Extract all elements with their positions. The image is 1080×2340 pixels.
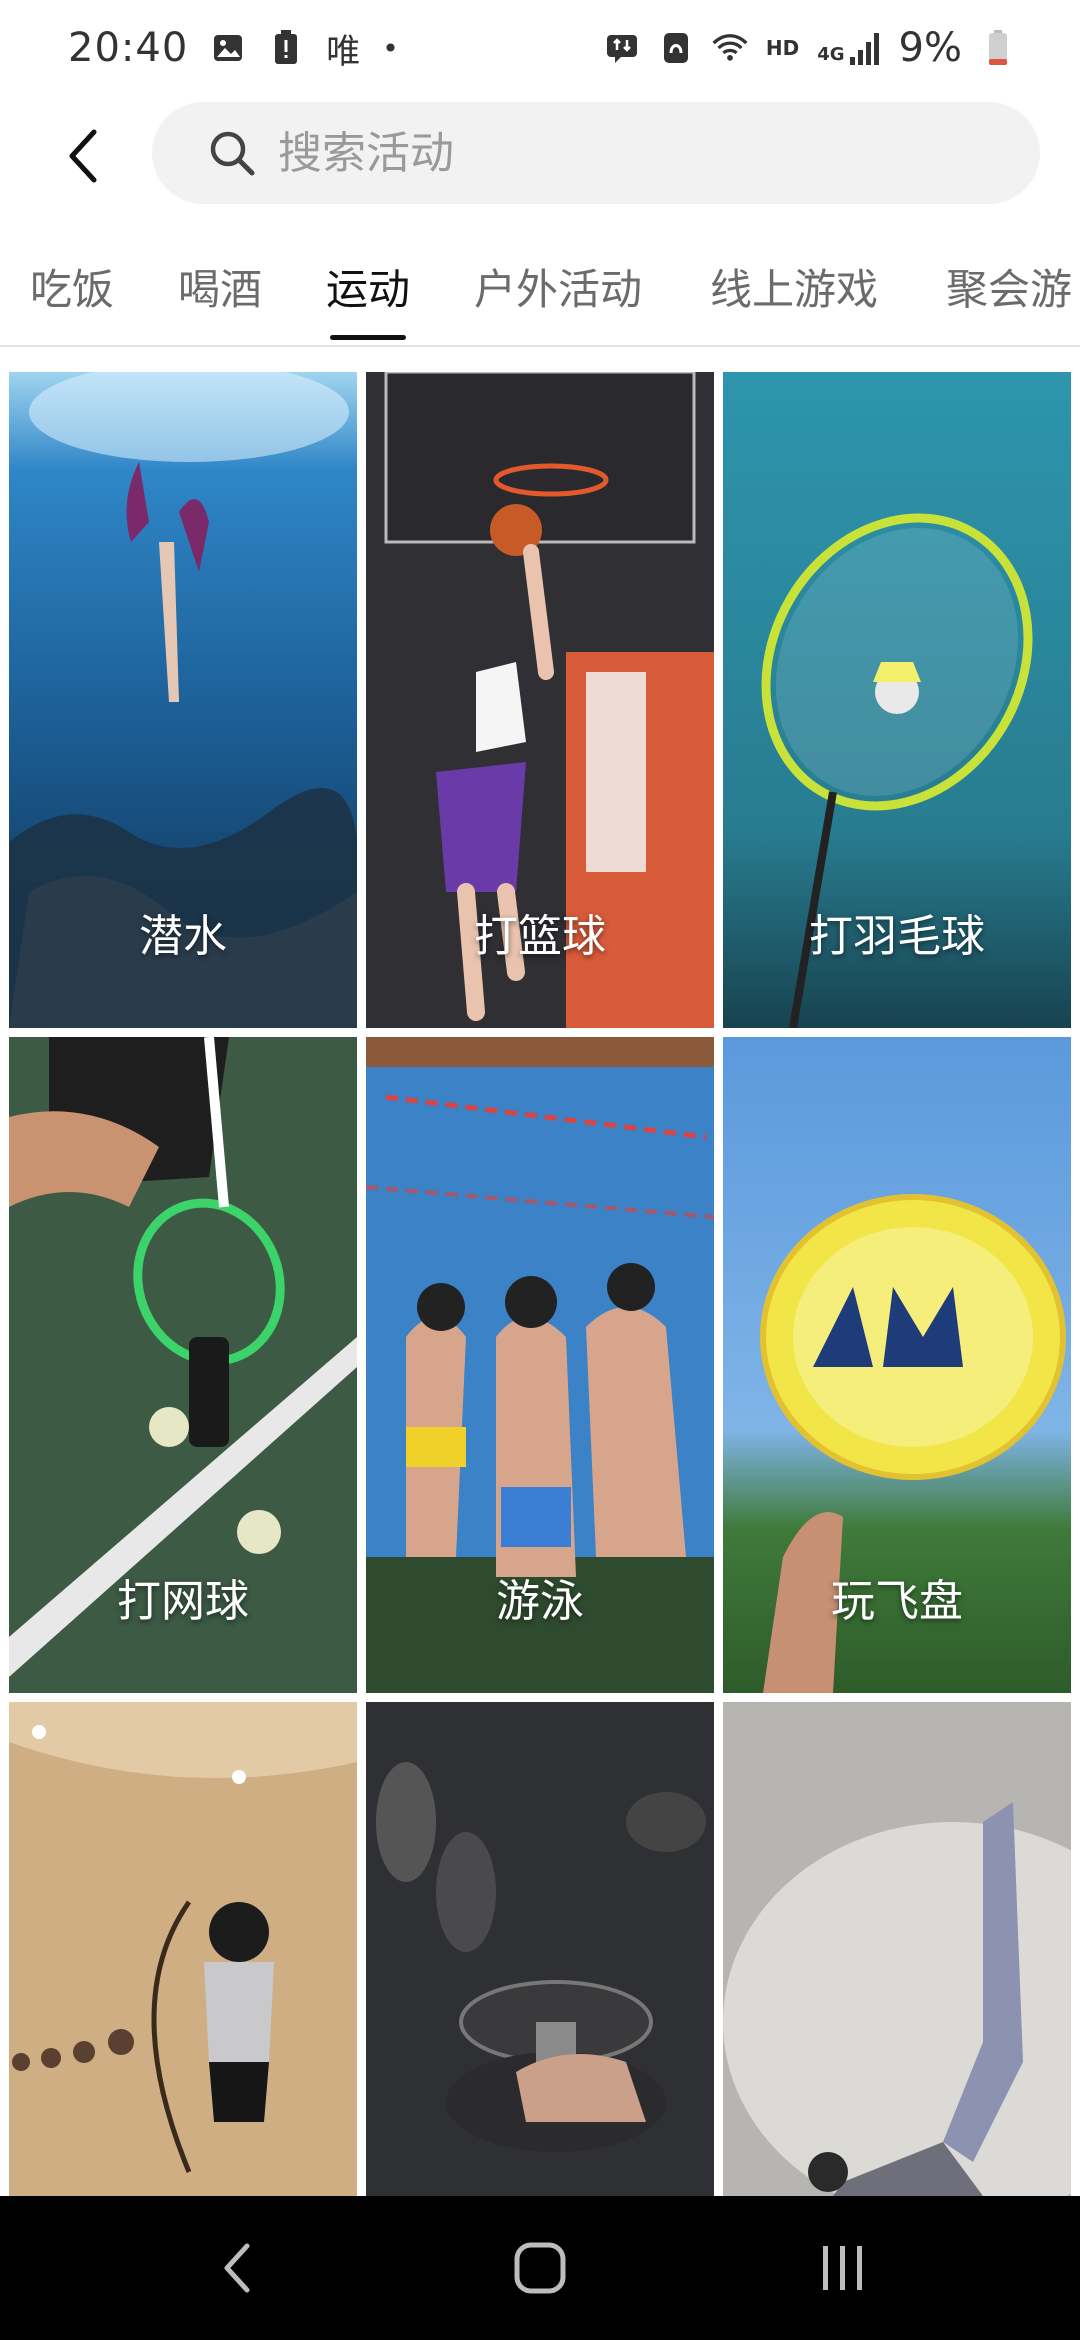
category-tabs: 吃饭 喝酒 运动 户外活动 线上游戏 聚会游 xyxy=(0,250,1080,346)
activity-card-basketball[interactable]: 打篮球 xyxy=(366,372,714,1028)
search-header xyxy=(0,100,1080,210)
nav-recents-button[interactable] xyxy=(798,2232,888,2304)
activity-card-badminton[interactable]: 打羽毛球 xyxy=(723,372,1071,1028)
search-icon xyxy=(210,131,255,176)
nav-back-icon xyxy=(224,2243,250,2293)
signal-icon: 4G xyxy=(817,31,880,65)
tab-chifan[interactable]: 吃饭 xyxy=(30,250,114,346)
data-transfer-icon xyxy=(604,30,640,66)
activity-label: 玩飞盘 xyxy=(831,1576,963,1627)
carrier-glyph: 唯 xyxy=(326,31,361,72)
dumbbell-image xyxy=(366,1702,714,2196)
activity-card-swimming[interactable]: 游泳 xyxy=(366,1037,714,1693)
activity-card-diving[interactable]: 潜水 xyxy=(9,372,357,1028)
tab-label: 聚会游 xyxy=(946,265,1073,314)
activity-label: 潜水 xyxy=(139,911,227,962)
nav-back-button[interactable] xyxy=(192,2232,282,2304)
activity-label: 打羽毛球 xyxy=(809,911,985,962)
nav-recents-icon xyxy=(823,2246,862,2290)
tab-label: 喝酒 xyxy=(178,265,263,314)
tab-yundong[interactable]: 运动 xyxy=(326,250,410,346)
nav-home-button[interactable] xyxy=(495,2232,585,2304)
search-input[interactable] xyxy=(278,127,978,179)
image-icon xyxy=(210,30,246,66)
status-bar: 20:40 唯 • HD 4G 9% xyxy=(0,0,1080,96)
active-tab-indicator xyxy=(330,335,407,340)
wifi-icon xyxy=(712,30,748,66)
activity-label: 打篮球 xyxy=(474,911,606,962)
yoga-image xyxy=(723,1702,1071,2196)
tab-hejiu[interactable]: 喝酒 xyxy=(178,250,262,346)
status-time: 20:40 xyxy=(68,25,189,71)
tab-xianshang[interactable]: 线上游戏 xyxy=(710,250,878,346)
search-bar[interactable] xyxy=(152,102,1040,204)
network-hd: HD xyxy=(765,36,800,60)
tab-label: 吃饭 xyxy=(30,265,115,314)
tab-label: 线上游戏 xyxy=(710,265,879,314)
alert-icon xyxy=(268,30,304,66)
activity-label: 游泳 xyxy=(496,1576,584,1627)
activity-card-tennis[interactable]: 打网球 xyxy=(9,1037,357,1693)
tab-juhui[interactable]: 聚会游 xyxy=(946,250,1072,346)
tab-label: 运动 xyxy=(326,265,411,314)
activity-card-yoga[interactable] xyxy=(723,1702,1071,2196)
activity-card-archery[interactable] xyxy=(9,1702,357,2196)
chevron-left-icon xyxy=(69,129,97,183)
activity-card-dumbbell[interactable] xyxy=(366,1702,714,2196)
archery-image xyxy=(9,1702,357,2196)
nfc-icon xyxy=(658,30,694,66)
system-nav-bar xyxy=(0,2196,1080,2340)
activity-card-frisbee[interactable]: 玩飞盘 xyxy=(723,1037,1071,1693)
tab-label: 户外活动 xyxy=(474,265,643,314)
tabs-divider xyxy=(0,345,1080,347)
battery-icon xyxy=(980,30,1016,66)
network-type: 4G xyxy=(817,44,845,65)
tab-huwai[interactable]: 户外活动 xyxy=(474,250,642,346)
back-button[interactable] xyxy=(40,114,124,198)
battery-text: 9% xyxy=(898,25,962,71)
nav-home-icon xyxy=(514,2242,566,2294)
activity-label: 打网球 xyxy=(117,1576,249,1627)
status-dot: • xyxy=(382,31,399,65)
